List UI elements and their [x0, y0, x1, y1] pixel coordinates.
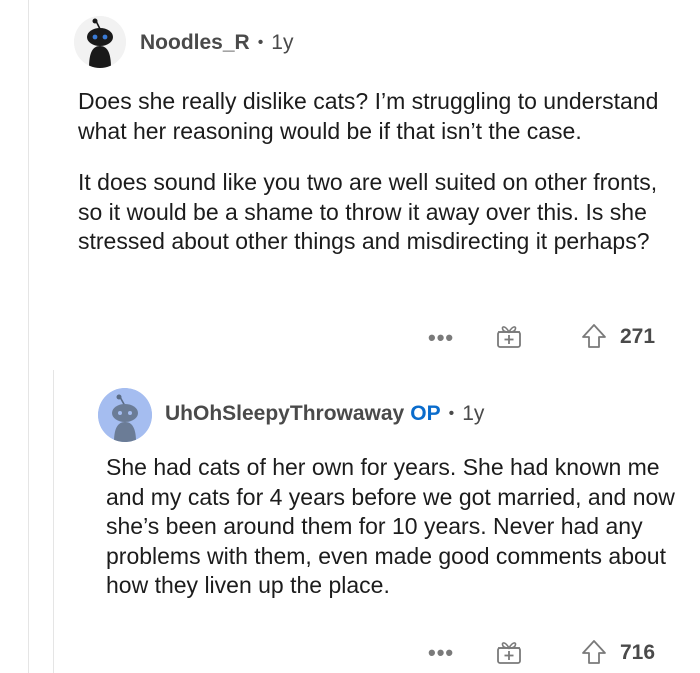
- comment-age: 1y: [462, 402, 485, 425]
- upvote-icon: [582, 324, 606, 348]
- username[interactable]: UhOhSleepyThrowaway: [165, 402, 404, 426]
- comment-age: 1y: [271, 31, 294, 54]
- award-icon: [497, 642, 521, 664]
- snoo-avatar-icon: [74, 16, 126, 68]
- comment-meta: Noodles_R • 1y: [140, 31, 293, 55]
- upvote-button[interactable]: [580, 638, 608, 671]
- comment-meta: UhOhSleepyThrowaway OP • 1y: [165, 402, 484, 426]
- avatar[interactable]: [98, 388, 152, 442]
- more-options-button[interactable]: •••: [428, 642, 454, 664]
- username[interactable]: Noodles_R: [140, 31, 250, 55]
- reply-thread-line[interactable]: [53, 370, 54, 673]
- snoo-avatar-icon: [98, 388, 152, 442]
- comment-paragraph: It does sound like you two are well suit…: [78, 169, 658, 254]
- vote-count: 271: [620, 325, 656, 348]
- thread-line[interactable]: [28, 0, 29, 673]
- vote-count: 716: [620, 641, 656, 664]
- comment-body: She had cats of her own for years. She h…: [106, 453, 678, 601]
- award-button[interactable]: [495, 322, 523, 355]
- meta-separator: •: [448, 405, 455, 422]
- comment-paragraph: Does she really dislike cats? I’m strugg…: [78, 88, 659, 144]
- award-button[interactable]: [495, 638, 523, 671]
- meta-separator: •: [257, 34, 264, 51]
- more-options-button[interactable]: •••: [428, 327, 454, 349]
- upvote-button[interactable]: [580, 322, 608, 355]
- award-icon: [497, 326, 521, 348]
- upvote-icon: [582, 640, 606, 664]
- comment-body: Does she really dislike cats? I’m strugg…: [78, 87, 678, 257]
- op-badge: OP: [410, 402, 441, 425]
- avatar[interactable]: [74, 16, 126, 68]
- comment-paragraph: She had cats of her own for years. She h…: [106, 454, 675, 598]
